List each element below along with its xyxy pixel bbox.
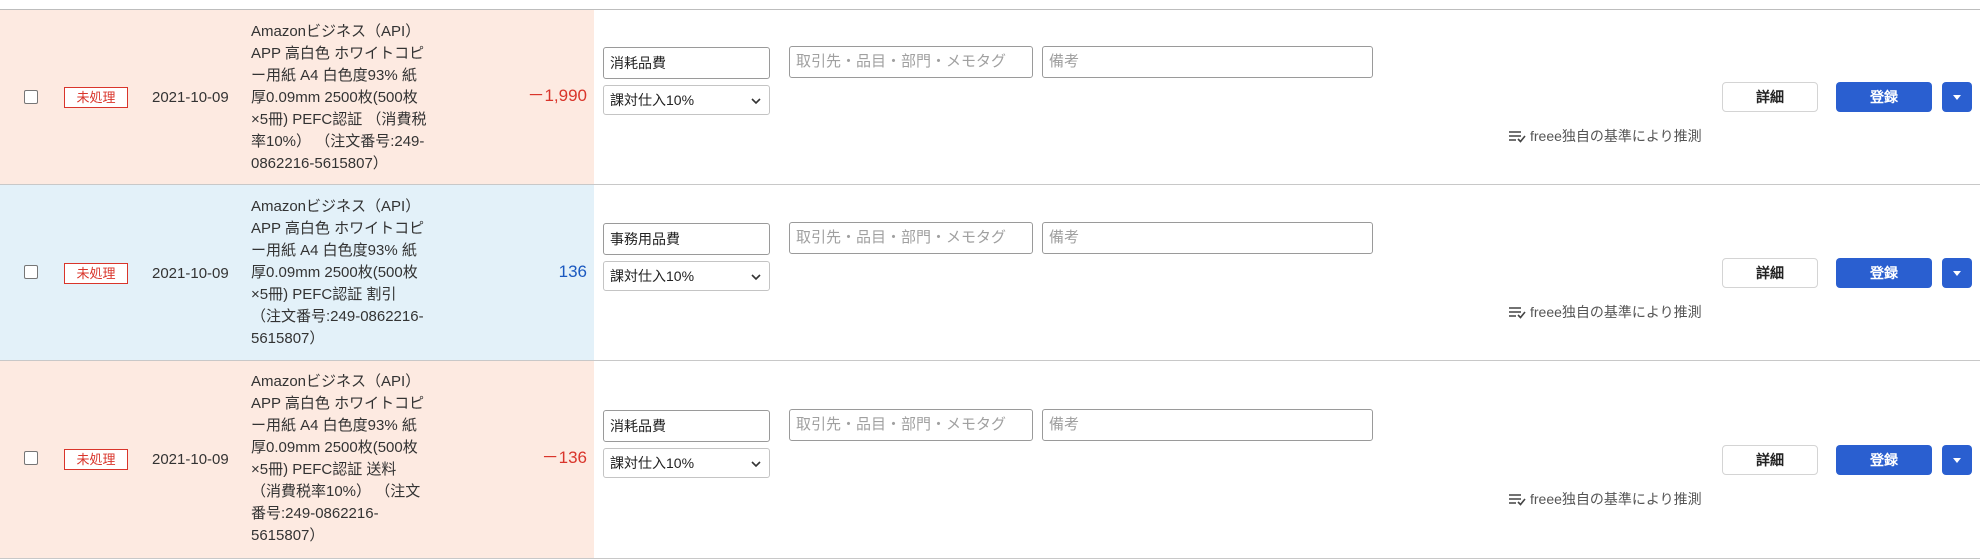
tax-category-select[interactable]: 課対仕入10% bbox=[603, 448, 770, 478]
tax-category-value: 課対仕入10% bbox=[610, 92, 695, 108]
account-item-field[interactable]: 消耗品費 bbox=[603, 47, 770, 79]
detail-button[interactable]: 詳細 bbox=[1722, 82, 1818, 112]
transaction-description: Amazonビジネス（API） APP 高白色 ホワイトコピ ー用紙 A4 白色… bbox=[251, 198, 425, 347]
caret-down-icon bbox=[1953, 95, 1961, 100]
detail-button[interactable]: 詳細 bbox=[1722, 445, 1818, 475]
detail-button[interactable]: 詳細 bbox=[1722, 258, 1818, 288]
row-checkbox[interactable] bbox=[24, 451, 38, 465]
lines-check-icon bbox=[1509, 307, 1526, 319]
guess-text: freee独自の基準により推測 bbox=[1530, 491, 1702, 507]
transaction-amount: 136 bbox=[558, 262, 587, 281]
guess-note: freee独自の基準により推測 bbox=[1508, 303, 1702, 321]
table-row: 未処理 2021-10-09 Amazonビジネス（API） APP 高白色 ホ… bbox=[0, 361, 1980, 559]
row-checkbox[interactable] bbox=[24, 90, 38, 104]
transaction-date: 2021-10-09 bbox=[152, 265, 229, 282]
account-item-field[interactable]: 事務用品費 bbox=[603, 223, 770, 255]
guess-note: freee独自の基準により推測 bbox=[1508, 127, 1702, 145]
register-menu-button[interactable] bbox=[1942, 258, 1972, 288]
note-input[interactable]: 備考 bbox=[1042, 409, 1373, 441]
tax-category-select[interactable]: 課対仕入10% bbox=[603, 85, 770, 115]
partner-tag-input[interactable]: 取引先・品目・部門・メモタグ bbox=[789, 46, 1033, 78]
transaction-amount: －136 bbox=[541, 448, 587, 467]
caret-down-icon bbox=[1953, 458, 1961, 463]
table-row: 未処理 2021-10-09 Amazonビジネス（API） APP 高白色 ホ… bbox=[0, 10, 1980, 185]
account-item-field[interactable]: 消耗品費 bbox=[603, 410, 770, 442]
partner-tag-input[interactable]: 取引先・品目・部門・メモタグ bbox=[789, 409, 1033, 441]
register-button[interactable]: 登録 bbox=[1836, 258, 1932, 288]
guess-text: freee独自の基準により推測 bbox=[1530, 128, 1702, 144]
status-badge: 未処理 bbox=[64, 263, 128, 284]
transaction-description: Amazonビジネス（API） APP 高白色 ホワイトコピ ー用紙 A4 白色… bbox=[251, 23, 427, 172]
guess-note: freee独自の基準により推測 bbox=[1508, 490, 1702, 508]
note-input[interactable]: 備考 bbox=[1042, 46, 1373, 78]
partner-tag-input[interactable]: 取引先・品目・部門・メモタグ bbox=[789, 222, 1033, 254]
register-menu-button[interactable] bbox=[1942, 82, 1972, 112]
chevron-down-icon bbox=[751, 98, 761, 105]
chevron-down-icon bbox=[751, 461, 761, 468]
caret-down-icon bbox=[1953, 271, 1961, 276]
register-button[interactable]: 登録 bbox=[1836, 82, 1932, 112]
transaction-date: 2021-10-09 bbox=[152, 89, 229, 106]
row-checkbox[interactable] bbox=[24, 265, 38, 279]
transaction-date: 2021-10-09 bbox=[152, 451, 229, 468]
note-input[interactable]: 備考 bbox=[1042, 222, 1373, 254]
table-row: 未処理 2021-10-09 Amazonビジネス（API） APP 高白色 ホ… bbox=[0, 185, 1980, 361]
register-button[interactable]: 登録 bbox=[1836, 445, 1932, 475]
status-badge: 未処理 bbox=[64, 87, 128, 108]
register-menu-button[interactable] bbox=[1942, 445, 1972, 475]
transaction-amount: －1,990 bbox=[527, 86, 587, 105]
table-top-border bbox=[0, 0, 1980, 10]
guess-text: freee独自の基準により推測 bbox=[1530, 304, 1702, 320]
transaction-description: Amazonビジネス（API） APP 高白色 ホワイトコピ ー用紙 A4 白色… bbox=[251, 373, 425, 544]
lines-check-icon bbox=[1509, 494, 1526, 506]
chevron-down-icon bbox=[751, 274, 761, 281]
tax-category-value: 課対仕入10% bbox=[610, 455, 695, 471]
lines-check-icon bbox=[1509, 131, 1526, 143]
tax-category-select[interactable]: 課対仕入10% bbox=[603, 261, 770, 291]
status-badge: 未処理 bbox=[64, 449, 128, 470]
tax-category-value: 課対仕入10% bbox=[610, 268, 695, 284]
